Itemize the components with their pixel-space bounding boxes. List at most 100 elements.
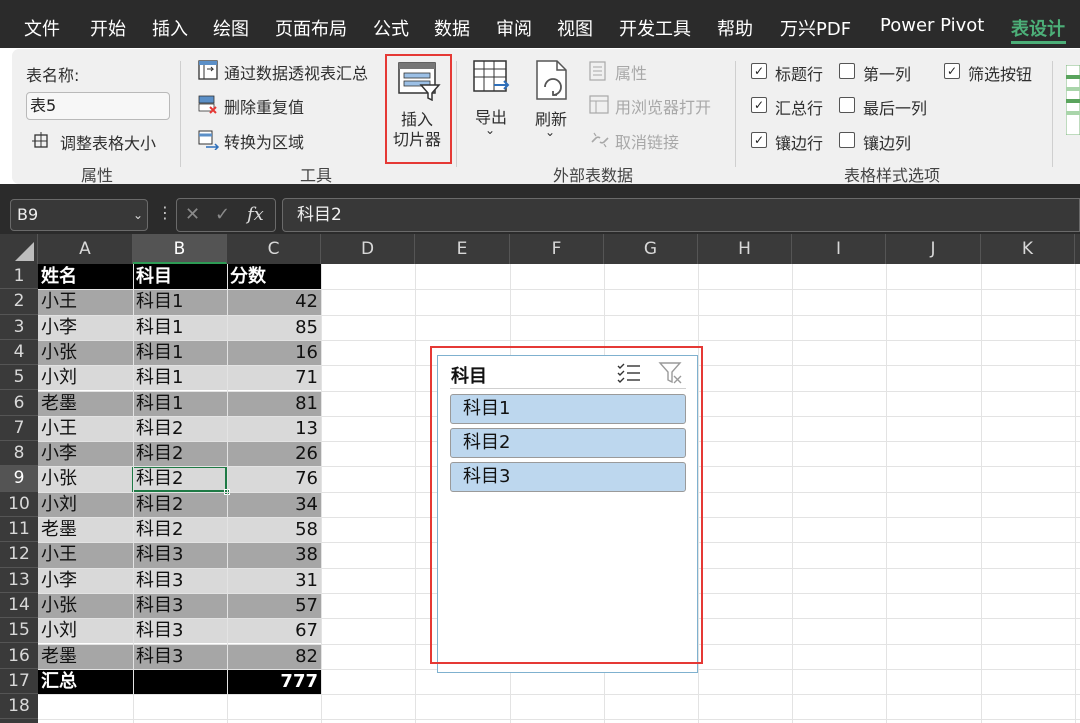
table-cell[interactable]: 科目3	[133, 618, 227, 644]
tab-file[interactable]: 文件	[24, 15, 60, 41]
row-header[interactable]: 15	[0, 618, 38, 644]
table-cell[interactable]: 58	[227, 517, 321, 543]
table-cell[interactable]: 科目3	[133, 592, 227, 619]
row-header[interactable]: 3	[0, 315, 38, 340]
table-cell[interactable]: 小张	[38, 339, 133, 366]
table-name-header[interactable]: 姓名	[38, 264, 133, 290]
table-style-gallery-icon[interactable]	[1066, 65, 1080, 135]
filter-button-checkbox[interactable]: ✓	[944, 63, 960, 79]
formula-input[interactable]: 科目2	[282, 198, 1080, 232]
table-cell[interactable]: 小张	[38, 592, 133, 619]
table-cell[interactable]: 26	[227, 441, 321, 467]
first-column-checkbox[interactable]	[839, 63, 855, 79]
remove-duplicates-button[interactable]: 删除重复值	[198, 93, 328, 117]
row-header[interactable]: 7	[0, 416, 38, 442]
table-cell[interactable]: 小王	[38, 542, 133, 568]
table-cell[interactable]: 小李	[38, 567, 133, 593]
row-header[interactable]: 5	[0, 365, 38, 391]
tab-page-layout[interactable]: 页面布局	[275, 15, 347, 41]
column-header-e[interactable]: E	[415, 234, 510, 264]
table-cell[interactable]: 科目1	[133, 314, 227, 340]
header-row-option[interactable]: ✓ 标题行	[751, 60, 836, 84]
tab-data[interactable]: 数据	[434, 15, 470, 41]
table-cell[interactable]: 85	[227, 314, 321, 340]
column-header-h[interactable]: H	[698, 234, 792, 264]
tab-view[interactable]: 视图	[557, 15, 593, 41]
name-box[interactable]: B9 ⌄	[10, 199, 148, 231]
tab-insert[interactable]: 插入	[152, 15, 188, 41]
first-column-option[interactable]: 第一列	[839, 60, 924, 84]
total-row-checkbox[interactable]: ✓	[751, 97, 767, 113]
tab-home[interactable]: 开始	[90, 15, 126, 41]
table-cell[interactable]: 老墨	[38, 643, 133, 669]
table-cell[interactable]: 科目2	[133, 491, 227, 517]
table-cell[interactable]: 13	[227, 415, 321, 442]
name-box-dropdown-icon[interactable]: ⌄	[133, 200, 143, 230]
last-column-option[interactable]: 最后一列	[839, 94, 939, 118]
table-cell[interactable]: 科目2	[133, 415, 227, 442]
column-header-d[interactable]: D	[321, 234, 415, 264]
column-header-c[interactable]: C	[227, 234, 321, 264]
table-cell[interactable]: 34	[227, 491, 321, 517]
table-cell[interactable]: 57	[227, 592, 321, 619]
total-row-value-cell[interactable]: 777	[227, 668, 321, 695]
table-cell[interactable]: 小刘	[38, 618, 133, 644]
table-cell[interactable]: 67	[227, 618, 321, 644]
table-cell[interactable]: 科目1	[133, 339, 227, 366]
table-cell[interactable]: 31	[227, 567, 321, 593]
row-header[interactable]: 1	[0, 264, 38, 290]
table-subject-header[interactable]: 科目	[133, 264, 227, 290]
total-row-empty-cell[interactable]	[133, 668, 227, 695]
tab-formulas[interactable]: 公式	[373, 15, 409, 41]
row-header[interactable]: 10	[0, 492, 38, 517]
row-header[interactable]: 6	[0, 391, 38, 416]
tab-power-pivot[interactable]: Power Pivot	[880, 15, 984, 36]
table-cell[interactable]: 科目2	[133, 517, 227, 543]
table-cell[interactable]: 小王	[38, 415, 133, 442]
table-cell[interactable]: 16	[227, 339, 321, 366]
resize-table-button[interactable]: 调整表格大小	[30, 129, 180, 153]
table-cell[interactable]: 小王	[38, 289, 133, 315]
column-header-g[interactable]: G	[604, 234, 698, 264]
header-row-checkbox[interactable]: ✓	[751, 63, 767, 79]
row-header[interactable]: 4	[0, 340, 38, 366]
table-cell[interactable]: 小刘	[38, 365, 133, 391]
convert-to-range-button[interactable]: 转换为区域	[198, 128, 328, 152]
select-all-corner[interactable]	[0, 234, 38, 264]
refresh-button[interactable]: 刷新 ⌄	[530, 59, 575, 149]
row-header[interactable]: 16	[0, 644, 38, 669]
total-row-option[interactable]: ✓ 汇总行	[751, 94, 836, 118]
export-button[interactable]: 导出 ⌄	[470, 59, 515, 149]
table-cell[interactable]: 老墨	[38, 390, 133, 416]
row-header[interactable]: 12	[0, 542, 38, 568]
table-cell[interactable]: 71	[227, 365, 321, 391]
row-header[interactable]: 8	[0, 441, 38, 467]
row-header[interactable]: 18	[0, 694, 38, 720]
table-cell[interactable]: 小张	[38, 466, 133, 492]
cancel-icon[interactable]: ✕	[185, 204, 200, 225]
row-header[interactable]: 14	[0, 593, 38, 619]
table-cell[interactable]: 老墨	[38, 517, 133, 543]
filter-button-option[interactable]: ✓ 筛选按钮	[944, 60, 1044, 84]
tab-review[interactable]: 审阅	[496, 15, 532, 41]
banded-rows-checkbox[interactable]: ✓	[751, 132, 767, 148]
table-cell[interactable]: 38	[227, 542, 321, 568]
column-header-f[interactable]: F	[510, 234, 604, 264]
table-cell[interactable]: 科目3	[133, 542, 227, 568]
tab-draw[interactable]: 绘图	[213, 15, 249, 41]
table-cell[interactable]: 81	[227, 390, 321, 416]
table-cell[interactable]: 小李	[38, 441, 133, 467]
tab-help[interactable]: 帮助	[717, 15, 753, 41]
banded-columns-option[interactable]: 镶边列	[839, 129, 924, 153]
table-cell[interactable]: 科目1	[133, 289, 227, 315]
enter-icon[interactable]: ✓	[215, 204, 230, 225]
table-cell[interactable]: 82	[227, 643, 321, 669]
table-cell[interactable]: 76	[227, 466, 321, 492]
more-options-icon[interactable]: ⋮	[157, 203, 173, 222]
column-header-k[interactable]: K	[981, 234, 1075, 264]
row-header[interactable]: 17	[0, 669, 38, 695]
row-header[interactable]: 2	[0, 289, 38, 315]
table-cell[interactable]: 小李	[38, 314, 133, 340]
column-header-j[interactable]: J	[886, 234, 981, 264]
banded-rows-option[interactable]: ✓ 镶边行	[751, 129, 836, 153]
